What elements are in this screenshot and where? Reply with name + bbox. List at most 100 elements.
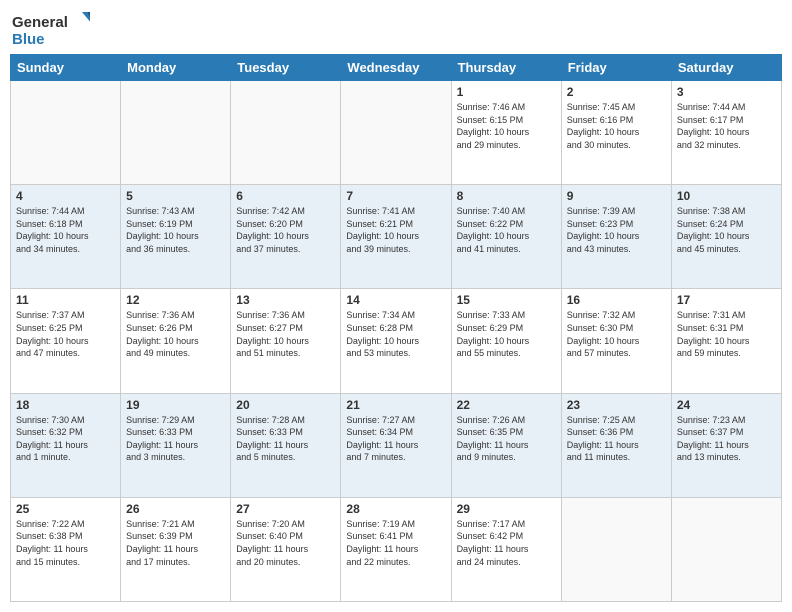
day-number: 22	[457, 398, 556, 412]
calendar-cell: 22 Sunrise: 7:26 AMSunset: 6:35 PMDayligh…	[451, 393, 561, 497]
day-info: Sunrise: 7:36 AMSunset: 6:26 PMDaylight:…	[126, 309, 225, 359]
calendar-cell	[671, 497, 781, 601]
day-number: 15	[457, 293, 556, 307]
day-number: 9	[567, 189, 666, 203]
calendar-cell: 10 Sunrise: 7:38 AMSunset: 6:24 PMDayligh…	[671, 185, 781, 289]
calendar-cell	[231, 81, 341, 185]
day-number: 28	[346, 502, 445, 516]
calendar-cell: 5 Sunrise: 7:43 AMSunset: 6:19 PMDaylight…	[121, 185, 231, 289]
day-number: 1	[457, 85, 556, 99]
logo: General Blue	[10, 10, 90, 48]
calendar-cell: 1 Sunrise: 7:46 AMSunset: 6:15 PMDaylight…	[451, 81, 561, 185]
calendar-cell: 11 Sunrise: 7:37 AMSunset: 6:25 PMDayligh…	[11, 289, 121, 393]
day-number: 16	[567, 293, 666, 307]
calendar-cell: 12 Sunrise: 7:36 AMSunset: 6:26 PMDayligh…	[121, 289, 231, 393]
day-number: 4	[16, 189, 115, 203]
day-number: 7	[346, 189, 445, 203]
day-info: Sunrise: 7:40 AMSunset: 6:22 PMDaylight:…	[457, 205, 556, 255]
logo-icon: General Blue	[10, 10, 90, 48]
day-info: Sunrise: 7:43 AMSunset: 6:19 PMDaylight:…	[126, 205, 225, 255]
day-number: 25	[16, 502, 115, 516]
calendar-row-4: 25 Sunrise: 7:22 AMSunset: 6:38 PMDayligh…	[11, 497, 782, 601]
col-header-thursday: Thursday	[451, 55, 561, 81]
day-info: Sunrise: 7:20 AMSunset: 6:40 PMDaylight:…	[236, 518, 335, 568]
day-number: 18	[16, 398, 115, 412]
calendar-cell	[341, 81, 451, 185]
calendar-cell	[561, 497, 671, 601]
day-info: Sunrise: 7:25 AMSunset: 6:36 PMDaylight:…	[567, 414, 666, 464]
day-number: 26	[126, 502, 225, 516]
day-info: Sunrise: 7:33 AMSunset: 6:29 PMDaylight:…	[457, 309, 556, 359]
day-info: Sunrise: 7:31 AMSunset: 6:31 PMDaylight:…	[677, 309, 776, 359]
calendar-cell: 18 Sunrise: 7:30 AMSunset: 6:32 PMDayligh…	[11, 393, 121, 497]
day-number: 11	[16, 293, 115, 307]
calendar-cell: 20 Sunrise: 7:28 AMSunset: 6:33 PMDayligh…	[231, 393, 341, 497]
day-number: 10	[677, 189, 776, 203]
day-info: Sunrise: 7:21 AMSunset: 6:39 PMDaylight:…	[126, 518, 225, 568]
day-number: 3	[677, 85, 776, 99]
calendar-header-row: SundayMondayTuesdayWednesdayThursdayFrid…	[11, 55, 782, 81]
col-header-monday: Monday	[121, 55, 231, 81]
day-number: 27	[236, 502, 335, 516]
day-info: Sunrise: 7:27 AMSunset: 6:34 PMDaylight:…	[346, 414, 445, 464]
day-info: Sunrise: 7:26 AMSunset: 6:35 PMDaylight:…	[457, 414, 556, 464]
day-info: Sunrise: 7:23 AMSunset: 6:37 PMDaylight:…	[677, 414, 776, 464]
day-number: 20	[236, 398, 335, 412]
day-info: Sunrise: 7:22 AMSunset: 6:38 PMDaylight:…	[16, 518, 115, 568]
day-number: 2	[567, 85, 666, 99]
calendar-cell: 15 Sunrise: 7:33 AMSunset: 6:29 PMDayligh…	[451, 289, 561, 393]
calendar-cell: 28 Sunrise: 7:19 AMSunset: 6:41 PMDayligh…	[341, 497, 451, 601]
calendar-cell: 19Sunrise: 7:29 AMSunset: 6:33 PMDayligh…	[121, 393, 231, 497]
calendar-cell: 27 Sunrise: 7:20 AMSunset: 6:40 PMDayligh…	[231, 497, 341, 601]
day-info: Sunrise: 7:28 AMSunset: 6:33 PMDaylight:…	[236, 414, 335, 464]
calendar-row-0: 1 Sunrise: 7:46 AMSunset: 6:15 PMDaylight…	[11, 81, 782, 185]
day-info: Sunrise: 7:44 AMSunset: 6:18 PMDaylight:…	[16, 205, 115, 255]
svg-text:General: General	[12, 14, 68, 31]
day-info: Sunrise: 7:46 AMSunset: 6:15 PMDaylight:…	[457, 101, 556, 151]
day-info: Sunrise: 7:37 AMSunset: 6:25 PMDaylight:…	[16, 309, 115, 359]
calendar-row-1: 4 Sunrise: 7:44 AMSunset: 6:18 PMDaylight…	[11, 185, 782, 289]
calendar-cell: 9 Sunrise: 7:39 AMSunset: 6:23 PMDaylight…	[561, 185, 671, 289]
col-header-saturday: Saturday	[671, 55, 781, 81]
day-number: 6	[236, 189, 335, 203]
day-number: 13	[236, 293, 335, 307]
day-info: Sunrise: 7:29 AMSunset: 6:33 PMDaylight:…	[126, 414, 225, 464]
day-number: 12	[126, 293, 225, 307]
calendar-cell: 2Sunrise: 7:45 AMSunset: 6:16 PMDaylight…	[561, 81, 671, 185]
day-info: Sunrise: 7:38 AMSunset: 6:24 PMDaylight:…	[677, 205, 776, 255]
col-header-tuesday: Tuesday	[231, 55, 341, 81]
col-header-sunday: Sunday	[11, 55, 121, 81]
calendar-cell: 6 Sunrise: 7:42 AMSunset: 6:20 PMDaylight…	[231, 185, 341, 289]
day-info: Sunrise: 7:44 AMSunset: 6:17 PMDaylight:…	[677, 101, 776, 151]
calendar-cell: 16 Sunrise: 7:32 AMSunset: 6:30 PMDayligh…	[561, 289, 671, 393]
day-number: 8	[457, 189, 556, 203]
calendar-cell: 25 Sunrise: 7:22 AMSunset: 6:38 PMDayligh…	[11, 497, 121, 601]
day-info: Sunrise: 7:32 AMSunset: 6:30 PMDaylight:…	[567, 309, 666, 359]
day-info: Sunrise: 7:41 AMSunset: 6:21 PMDaylight:…	[346, 205, 445, 255]
calendar-cell: 21 Sunrise: 7:27 AMSunset: 6:34 PMDayligh…	[341, 393, 451, 497]
day-info: Sunrise: 7:42 AMSunset: 6:20 PMDaylight:…	[236, 205, 335, 255]
page-header: General Blue	[10, 10, 782, 48]
day-info: Sunrise: 7:39 AMSunset: 6:23 PMDaylight:…	[567, 205, 666, 255]
day-number: 29	[457, 502, 556, 516]
day-info: Sunrise: 7:36 AMSunset: 6:27 PMDaylight:…	[236, 309, 335, 359]
col-header-wednesday: Wednesday	[341, 55, 451, 81]
calendar-cell	[11, 81, 121, 185]
col-header-friday: Friday	[561, 55, 671, 81]
day-number: 14	[346, 293, 445, 307]
calendar-cell: 14Sunrise: 7:34 AMSunset: 6:28 PMDayligh…	[341, 289, 451, 393]
day-number: 5	[126, 189, 225, 203]
calendar-cell: 26 Sunrise: 7:21 AMSunset: 6:39 PMDayligh…	[121, 497, 231, 601]
day-number: 21	[346, 398, 445, 412]
day-number: 23	[567, 398, 666, 412]
calendar-cell: 8 Sunrise: 7:40 AMSunset: 6:22 PMDaylight…	[451, 185, 561, 289]
calendar-cell: 29Sunrise: 7:17 AMSunset: 6:42 PMDayligh…	[451, 497, 561, 601]
calendar-cell: 4 Sunrise: 7:44 AMSunset: 6:18 PMDaylight…	[11, 185, 121, 289]
day-info: Sunrise: 7:19 AMSunset: 6:41 PMDaylight:…	[346, 518, 445, 568]
day-info: Sunrise: 7:30 AMSunset: 6:32 PMDaylight:…	[16, 414, 115, 464]
calendar-row-3: 18 Sunrise: 7:30 AMSunset: 6:32 PMDayligh…	[11, 393, 782, 497]
day-number: 24	[677, 398, 776, 412]
calendar-cell: 17Sunrise: 7:31 AMSunset: 6:31 PMDayligh…	[671, 289, 781, 393]
calendar-cell: 3 Sunrise: 7:44 AMSunset: 6:17 PMDaylight…	[671, 81, 781, 185]
svg-text:Blue: Blue	[12, 31, 45, 48]
